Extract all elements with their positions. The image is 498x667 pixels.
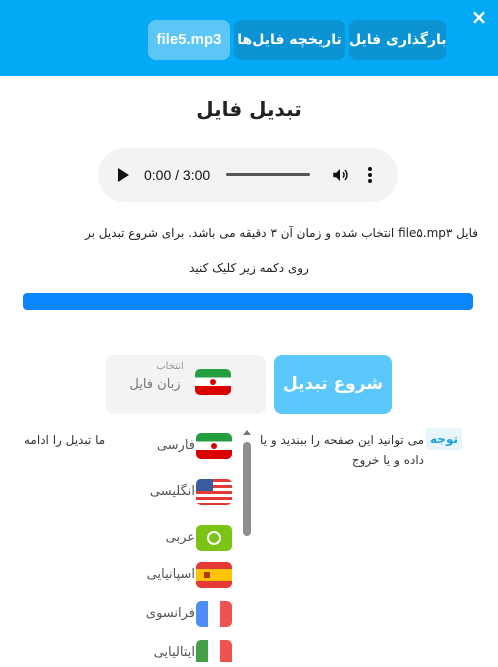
tab-current-file[interactable]: file5.mp3 — [148, 20, 230, 60]
start-conversion-button[interactable]: شروع تبدیل — [274, 355, 392, 414]
file-info-line-1: فایل file۵.mp۳ انتخاب شده و زمان آن ۳ دق… — [84, 226, 478, 240]
language-option-label: فرانسوی — [145, 606, 195, 621]
note-badge: توجه — [426, 428, 462, 450]
language-select-label: زبان فایل — [129, 377, 181, 392]
usa-flag-icon — [196, 479, 232, 505]
arabic-flag-icon — [196, 525, 232, 551]
note-text-line-2: داده و یا خروج — [351, 453, 424, 467]
header-bar: × بارگذاری فایل تاریخچه فایل‌ها file5.mp… — [0, 0, 498, 76]
italy-flag-icon — [196, 640, 232, 662]
tab-upload-file[interactable]: بارگذاری فایل — [349, 20, 447, 60]
france-flag-icon — [196, 601, 232, 627]
dropdown-scrollbar[interactable] — [241, 430, 253, 662]
progress-bar — [23, 293, 473, 310]
more-vert-icon[interactable] — [366, 166, 374, 184]
language-select-caption: انتخاب — [156, 361, 184, 372]
language-option-italian[interactable]: ایتالیایی — [126, 638, 240, 662]
iran-flag-icon — [195, 369, 231, 395]
note-text-left: ما تبدیل را ادامه — [24, 430, 126, 450]
language-select[interactable]: انتخاب زبان فایل — [106, 355, 266, 414]
language-option-label: ایتالیایی — [153, 645, 195, 660]
note-text-line-1: می توانید این صفحه را ببندید و یا — [260, 433, 424, 447]
scrollbar-thumb[interactable] — [243, 442, 251, 536]
language-option-label: اسپانیایی — [146, 567, 195, 582]
file-info-text: فایل file۵.mp۳ انتخاب شده و زمان آن ۳ دق… — [20, 216, 478, 286]
language-option-label: عربی — [165, 530, 195, 545]
audio-time: 0:00 / 3:00 — [144, 167, 211, 183]
iran-flag-icon — [196, 433, 232, 459]
note-text: می توانید این صفحه را ببندید و یا داده و… — [254, 430, 424, 470]
audio-seek-bar[interactable] — [226, 173, 310, 176]
volume-icon[interactable] — [331, 166, 349, 184]
audio-player: 0:00 / 3:00 — [98, 148, 398, 202]
progress-bar-fill — [23, 293, 473, 310]
note-text-left-line: ما تبدیل را ادامه — [24, 433, 106, 447]
tab-file-history[interactable]: تاریخچه فایل‌ها — [234, 20, 345, 60]
language-dropdown: فارسی انگلیسی عربی اسپانیایی فرانسوی ایت… — [126, 425, 254, 662]
language-option-label: فارسی — [156, 438, 195, 453]
language-option-arabic[interactable]: عربی — [126, 523, 240, 553]
page-title: تبدیل فایل — [196, 97, 302, 121]
close-icon[interactable]: × — [468, 6, 490, 28]
play-icon[interactable] — [118, 168, 129, 182]
language-option-english[interactable]: انگلیسی — [126, 477, 240, 507]
spain-flag-icon — [196, 562, 232, 588]
scroll-up-arrow-icon[interactable] — [243, 430, 251, 435]
language-option-label: انگلیسی — [149, 484, 195, 499]
language-option-spanish[interactable]: اسپانیایی — [126, 560, 240, 590]
language-option-french[interactable]: فرانسوی — [126, 599, 240, 629]
language-option-persian[interactable]: فارسی — [126, 431, 240, 461]
file-info-line-2: روی دکمه زیر کلیک کنید — [189, 261, 309, 275]
